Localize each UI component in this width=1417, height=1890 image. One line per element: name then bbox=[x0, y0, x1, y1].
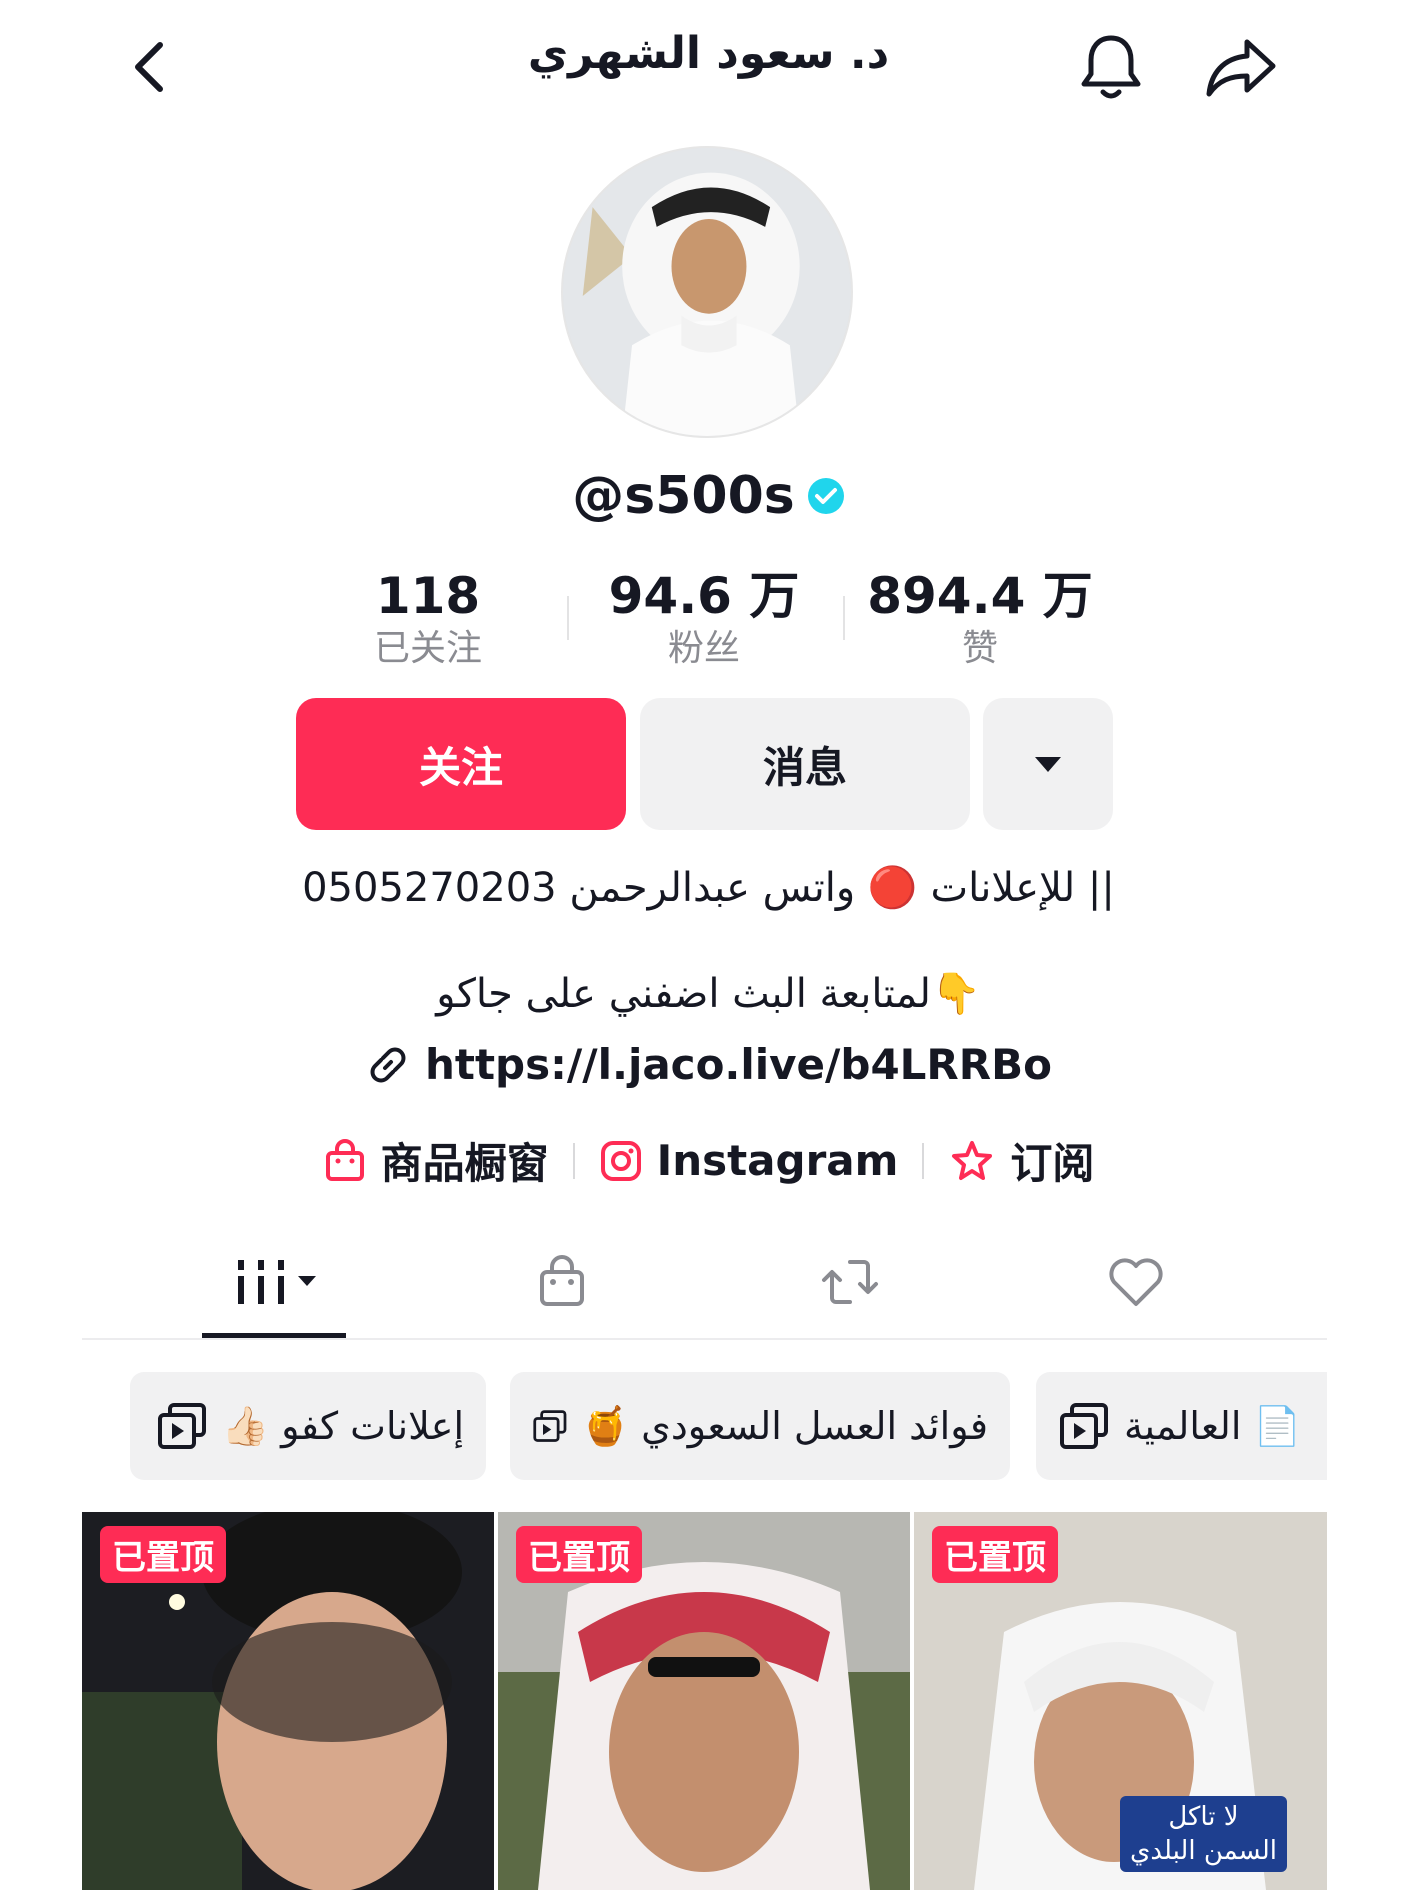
stat-value: 118 bbox=[375, 567, 481, 625]
instagram-icon bbox=[600, 1140, 641, 1181]
playlist-label: فوائد العسل السعودي 🍯 bbox=[581, 1403, 988, 1448]
shop-link[interactable]: 商品橱窗 bbox=[299, 1130, 573, 1191]
pinned-badge: 已置顶 bbox=[932, 1526, 1058, 1583]
bio-link[interactable]: https://l.jaco.live/b4LRRBo bbox=[0, 1040, 1417, 1089]
shopping-bag-icon bbox=[325, 1138, 364, 1181]
pinned-badge: 已置顶 bbox=[516, 1526, 642, 1583]
instagram-link-label: Instagram bbox=[656, 1136, 899, 1185]
notification-button[interactable] bbox=[1066, 22, 1156, 112]
username-row: @s500s bbox=[0, 466, 1417, 526]
heart-icon bbox=[1109, 1258, 1163, 1306]
more-options-button[interactable] bbox=[983, 698, 1113, 830]
stat-label: 粉丝 bbox=[667, 628, 740, 669]
back-button[interactable] bbox=[104, 22, 194, 112]
shopping-bag-icon bbox=[540, 1255, 584, 1306]
avatar-photo bbox=[563, 148, 851, 436]
subscribe-link-label: 订阅 bbox=[1010, 1139, 1095, 1188]
stat-label: 赞 bbox=[961, 628, 998, 669]
tab-videos[interactable] bbox=[174, 1242, 374, 1322]
video-caption: لا تاكل السمن البلدي bbox=[1119, 1796, 1287, 1872]
caret-down-icon bbox=[1035, 757, 1061, 772]
chevron-left-icon bbox=[135, 42, 163, 92]
profile-links: 商品橱窗 Instagram 订阅 bbox=[0, 1130, 1417, 1191]
message-button[interactable]: 消息 bbox=[640, 698, 970, 830]
instagram-link[interactable]: Instagram bbox=[575, 1136, 923, 1185]
active-tab-indicator bbox=[202, 1333, 346, 1338]
share-button[interactable] bbox=[1196, 22, 1286, 112]
stat-value: 894.4 万 bbox=[867, 567, 1093, 625]
username: @s500s bbox=[572, 466, 795, 526]
bio-link-text[interactable]: https://l.jaco.live/b4LRRBo bbox=[425, 1040, 1052, 1089]
grid-icon bbox=[238, 1260, 316, 1304]
stat-following[interactable]: 118 已关注 bbox=[288, 568, 568, 674]
video-thumbnail[interactable]: 已置顶 bbox=[498, 1512, 910, 1890]
stat-likes[interactable]: 894.4 万 赞 bbox=[840, 568, 1120, 674]
verified-badge-icon bbox=[807, 478, 844, 514]
playlist-chip[interactable]: إعلانات كفو 👍🏻 bbox=[130, 1372, 486, 1480]
bell-icon bbox=[1081, 35, 1141, 99]
playlist-label: 📄 العالمية bbox=[1124, 1403, 1301, 1448]
playlist-label: إعلانات كفو 👍🏻 bbox=[221, 1403, 464, 1448]
share-icon bbox=[1206, 39, 1276, 97]
playlist-chip[interactable]: فوائد العسل السعودي 🍯 bbox=[510, 1372, 1010, 1480]
repost-icon bbox=[822, 1260, 878, 1304]
shop-link-label: 商品橱窗 bbox=[380, 1139, 549, 1188]
playlist-icon bbox=[1060, 1403, 1108, 1449]
caption-line: لا تاكل bbox=[1168, 1802, 1239, 1832]
tab-divider bbox=[82, 1338, 1327, 1340]
tab-liked[interactable] bbox=[1036, 1242, 1236, 1322]
avatar[interactable] bbox=[561, 146, 853, 438]
stat-value: 94.6 万 bbox=[608, 567, 800, 625]
page-title: د. سعود الشهري bbox=[527, 28, 890, 79]
bio-line: لمتابعة البث اضفني على جاكو👇 bbox=[436, 971, 981, 1017]
subscribe-link[interactable]: 订阅 bbox=[924, 1130, 1118, 1191]
subscribe-star-icon bbox=[952, 1140, 993, 1180]
playlist-row: إعلانات كفو 👍🏻 فوائد العسل السعودي 🍯 📄 ا… bbox=[0, 1372, 1327, 1482]
playlist-icon bbox=[533, 1410, 567, 1442]
link-icon bbox=[370, 1047, 406, 1082]
playlist-icon bbox=[157, 1403, 206, 1449]
tab-reposts[interactable] bbox=[750, 1242, 950, 1322]
video-thumbnail[interactable]: 已置顶 bbox=[82, 1512, 494, 1890]
caption-line: السمن البلدي bbox=[1129, 1836, 1277, 1866]
bio-line: للإعلانات 🔴 واتس عبدالرحمن 0505270203 || bbox=[302, 865, 1115, 911]
pinned-badge: 已置顶 bbox=[100, 1526, 226, 1583]
tab-shop[interactable] bbox=[462, 1242, 662, 1322]
video-thumbnail[interactable]: 已置顶 لا تاكل السمن البلدي bbox=[914, 1512, 1327, 1890]
stat-label: 已关注 bbox=[373, 628, 482, 669]
stat-followers[interactable]: 94.6 万 粉丝 bbox=[564, 568, 844, 674]
playlist-chip[interactable]: 📄 العالمية bbox=[1036, 1372, 1327, 1480]
follow-button[interactable]: 关注 bbox=[296, 698, 626, 830]
